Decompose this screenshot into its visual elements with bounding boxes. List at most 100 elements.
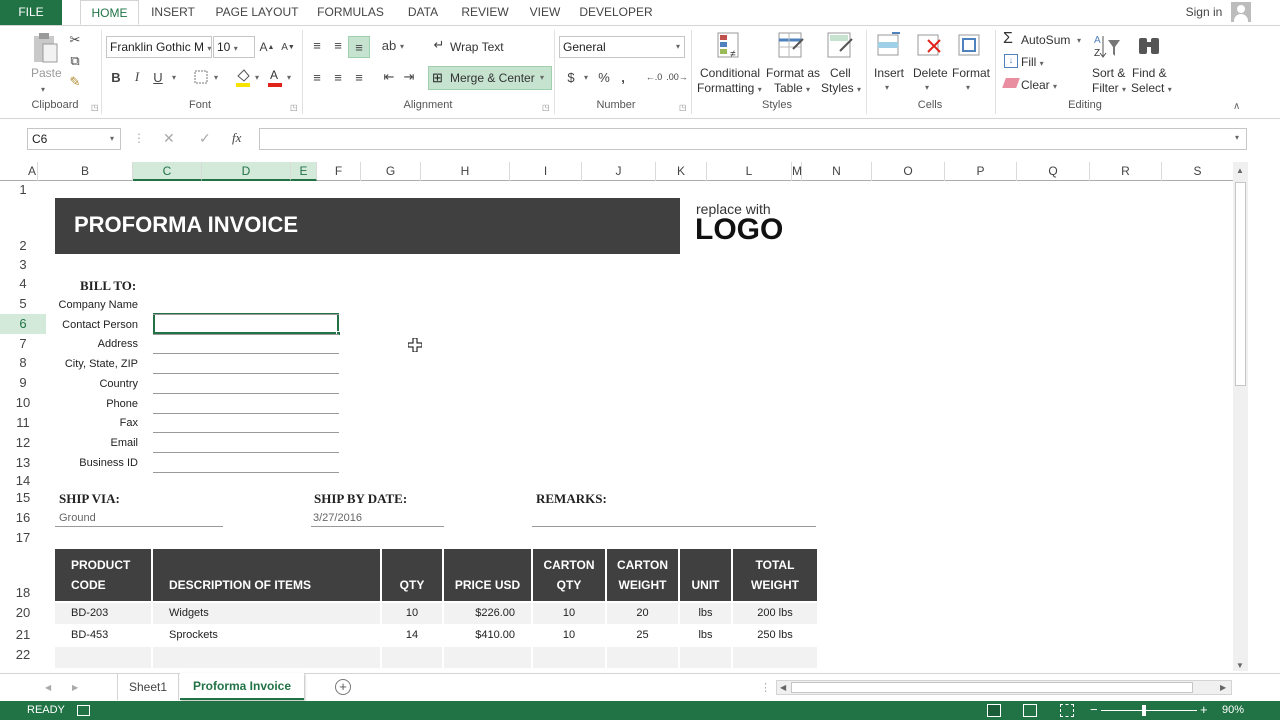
page-layout-view-icon[interactable] bbox=[1023, 704, 1037, 717]
bill-field-input[interactable] bbox=[153, 432, 339, 434]
borders-icon[interactable] bbox=[192, 68, 210, 86]
bill-field-input[interactable] bbox=[153, 392, 339, 394]
find-select-button[interactable]: Find & bbox=[1132, 66, 1167, 80]
font-color-icon[interactable]: A bbox=[266, 66, 284, 88]
table-cell-cw[interactable]: 25 bbox=[607, 629, 678, 641]
table-cell-desc[interactable]: Widgets bbox=[153, 607, 380, 619]
column-header-j[interactable]: J bbox=[582, 162, 656, 181]
dialog-launcher-icon[interactable]: ◳ bbox=[542, 103, 550, 112]
row-header-13[interactable]: 13 bbox=[0, 453, 46, 473]
row-header-21[interactable]: 21 bbox=[0, 625, 46, 644]
table-cell-unit[interactable]: lbs bbox=[680, 629, 731, 641]
bill-field-input[interactable] bbox=[153, 373, 339, 375]
table-cell-code[interactable]: BD-203 bbox=[55, 607, 151, 619]
cell-styles-button[interactable]: Cell bbox=[830, 66, 851, 80]
merge-center-button[interactable]: ⊞ Merge & Center ▾ bbox=[428, 66, 552, 90]
sort-filter-button[interactable]: Sort & bbox=[1092, 66, 1125, 80]
increase-font-icon[interactable]: A ▲ bbox=[259, 38, 275, 56]
tab-scroll-left-icon[interactable]: ◀ bbox=[45, 683, 51, 692]
table-cell-unit[interactable]: lbs bbox=[680, 607, 731, 619]
dialog-launcher-icon[interactable]: ◳ bbox=[290, 103, 298, 112]
align-center-icon[interactable]: ≡ bbox=[329, 68, 347, 86]
column-header-o[interactable]: O bbox=[872, 162, 945, 181]
column-header-b[interactable]: B bbox=[38, 162, 133, 181]
sheet-tab-sheet1[interactable]: Sheet1 bbox=[117, 674, 179, 700]
column-header-d[interactable]: D bbox=[202, 162, 291, 181]
orientation-icon[interactable]: ab bbox=[380, 36, 398, 54]
dialog-launcher-icon[interactable]: ◳ bbox=[679, 103, 687, 112]
cut-icon[interactable]: ✂ bbox=[66, 31, 84, 49]
table-cell-qty[interactable]: 10 bbox=[382, 607, 442, 619]
zoom-slider-thumb[interactable] bbox=[1142, 705, 1146, 716]
autosum-button[interactable]: AutoSum bbox=[1021, 33, 1070, 47]
column-header-q[interactable]: Q bbox=[1017, 162, 1090, 181]
align-top-icon[interactable]: ≡ bbox=[308, 36, 326, 54]
row-header-20[interactable]: 20 bbox=[0, 602, 46, 623]
column-header-a[interactable]: A bbox=[27, 162, 38, 181]
row-header-5[interactable]: 5 bbox=[0, 294, 46, 314]
column-header-p[interactable]: P bbox=[945, 162, 1017, 181]
tab-data[interactable]: DATA bbox=[398, 0, 448, 25]
row-header-10[interactable]: 10 bbox=[0, 393, 46, 413]
wrap-text-button[interactable]: Wrap Text bbox=[450, 40, 504, 54]
bill-field-input[interactable] bbox=[153, 333, 339, 335]
decrease-font-icon[interactable]: A ▼ bbox=[280, 38, 296, 56]
name-box[interactable]: C6 ▾ bbox=[27, 128, 121, 150]
increase-decimal-button[interactable]: ←.0 bbox=[644, 69, 664, 85]
column-header-g[interactable]: G bbox=[361, 162, 421, 181]
bill-field-input[interactable] bbox=[153, 353, 339, 355]
tab-scroll-right-icon[interactable]: ▶ bbox=[72, 683, 78, 692]
column-header-h[interactable]: H bbox=[421, 162, 510, 181]
table-cell-price[interactable]: $226.00 bbox=[444, 607, 531, 619]
percent-button[interactable]: % bbox=[595, 68, 613, 86]
row-header-12[interactable]: 12 bbox=[0, 433, 46, 453]
collapse-ribbon-icon[interactable]: ∧ bbox=[1233, 101, 1240, 112]
formula-input[interactable] bbox=[259, 128, 1247, 150]
tab-view[interactable]: VIEW bbox=[522, 0, 568, 25]
paste-button[interactable]: Paste bbox=[31, 66, 62, 80]
row-header-17[interactable]: 17 bbox=[0, 528, 46, 547]
ship-via-value[interactable]: Ground bbox=[59, 512, 96, 524]
decrease-indent-icon[interactable]: ⇤ bbox=[380, 68, 398, 86]
row-header-22[interactable]: 22 bbox=[0, 644, 46, 666]
bill-field-input[interactable] bbox=[153, 451, 339, 453]
clear-button[interactable]: Clear ▾ bbox=[1021, 78, 1057, 92]
row-header-3[interactable]: 3 bbox=[0, 255, 46, 274]
column-header-s[interactable]: S bbox=[1162, 162, 1234, 181]
number-format-select[interactable]: General ▾ bbox=[559, 36, 685, 58]
column-header-e[interactable]: E bbox=[291, 162, 317, 181]
row-header-9[interactable]: 9 bbox=[0, 373, 46, 393]
bill-field-input[interactable] bbox=[153, 412, 339, 414]
column-header-r[interactable]: R bbox=[1090, 162, 1162, 181]
row-header-1[interactable]: 1 bbox=[0, 181, 46, 198]
copy-icon[interactable]: ⧉ bbox=[66, 52, 84, 70]
zoom-slider[interactable] bbox=[1101, 710, 1197, 711]
table-cell-tw[interactable]: 200 lbs bbox=[733, 607, 817, 619]
zoom-in-icon[interactable]: + bbox=[1200, 702, 1208, 717]
row-header-11[interactable]: 11 bbox=[0, 413, 46, 433]
table-cell-desc[interactable]: Sprockets bbox=[153, 629, 380, 641]
increase-indent-icon[interactable]: ⇥ bbox=[400, 68, 418, 86]
tab-page-layout[interactable]: PAGE LAYOUT bbox=[212, 0, 302, 25]
column-header-k[interactable]: K bbox=[656, 162, 707, 181]
bold-button[interactable]: B bbox=[108, 68, 124, 86]
row-header-7[interactable]: 7 bbox=[0, 334, 46, 353]
vertical-scrollbar[interactable]: ▲ ▼ bbox=[1233, 162, 1248, 671]
sign-in-link[interactable]: Sign in bbox=[1180, 0, 1228, 25]
active-cell[interactable] bbox=[153, 313, 341, 336]
normal-view-icon[interactable] bbox=[987, 704, 1001, 717]
fill-color-icon[interactable] bbox=[234, 66, 252, 88]
format-as-table-button[interactable]: Format as bbox=[766, 66, 820, 80]
insert-button[interactable]: Insert bbox=[874, 66, 904, 80]
column-header-n[interactable]: N bbox=[802, 162, 872, 181]
worksheet[interactable]: PROFORMA INVOICE replace with LOGO BILL … bbox=[47, 181, 1238, 671]
row-header-8[interactable]: 8 bbox=[0, 353, 46, 373]
italic-button[interactable]: I bbox=[129, 68, 145, 86]
decrease-decimal-button[interactable]: .00→ bbox=[666, 69, 688, 85]
conditional-formatting-button[interactable]: Conditional bbox=[700, 66, 760, 80]
format-painter-icon[interactable]: ✎ bbox=[66, 73, 84, 91]
enter-icon[interactable]: ✓ bbox=[199, 130, 211, 147]
align-middle-icon[interactable]: ≡ bbox=[329, 36, 347, 54]
cancel-icon[interactable]: ✕ bbox=[163, 130, 175, 147]
align-left-icon[interactable]: ≡ bbox=[308, 68, 326, 86]
